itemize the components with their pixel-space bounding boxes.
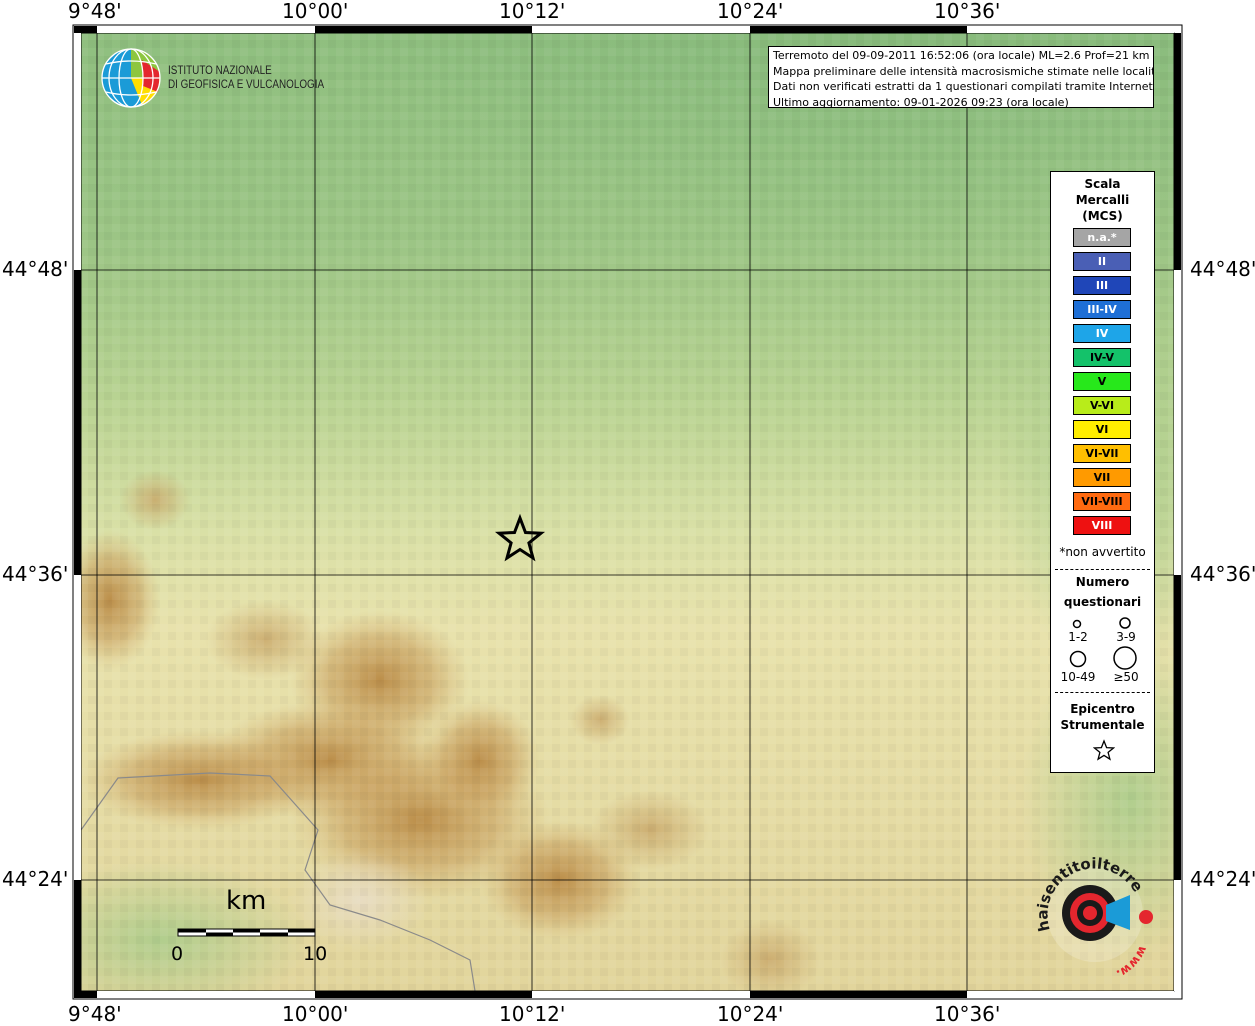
scale-bar [177,928,316,937]
intensity-chip: IV [1073,324,1131,343]
legend-title-1: Scala [1084,177,1121,191]
info-line-3: Dati non verificati estratti da 1 questi… [773,80,1154,93]
lat-label-right-1: 44°48' [1190,257,1255,281]
scale-unit: km [226,886,267,916]
lon-label-bottom-2: 10°00' [282,1002,349,1026]
lon-label-top-4: 10°24' [717,0,784,23]
institute-line-2: DI GEOFISICA E VULCANOLOGIA [168,79,325,91]
size-symbol-1-2 [1072,619,1082,629]
lon-label-bottom-4: 10°24' [717,1002,784,1026]
intensity-chip: V-VI [1073,396,1131,415]
legend-panel: Scala Mercalli (MCS) n.a.* II III III-IV IV I… [1050,171,1155,773]
intensity-chip: VII-VIII [1073,492,1131,511]
size-label-50: ≥50 [1113,670,1139,684]
intensity-chip: VIII [1073,516,1131,535]
intensity-chip: VII [1073,468,1131,487]
lon-label-bottom-1: 9°48' [68,1002,122,1026]
intensity-chip: VI-VII [1073,444,1131,463]
legend-title-3: (MCS) [1082,209,1123,223]
scale-start: 0 [171,943,184,965]
lon-label-top-5: 10°36' [934,0,1001,23]
intensity-chip: III-IV [1073,300,1131,319]
intensity-chip: n.a.* [1073,228,1131,247]
ingv-logo-icon [101,48,161,108]
info-line-4: Ultimo aggiornamento: 09-01-2026 09:23 (… [773,95,1069,108]
institute-name: ISTITUTO NAZIONALE DI GEOFISICA E VULCAN… [168,64,324,92]
intensity-chip: IV-V [1073,348,1131,367]
lat-label-right-2: 44°36' [1190,562,1255,586]
event-info-box: Terremoto del 09-09-2011 16:52:06 (ora l… [768,46,1154,108]
lon-label-bottom-5: 10°36' [934,1002,1001,1026]
intensity-chip: VI [1073,420,1131,439]
legend-epicentro-2: Strumentale [1060,718,1145,732]
legend-divider-1 [1055,569,1150,570]
institute-line-1: ISTITUTO NAZIONALE [168,65,272,77]
lon-label-top-1: 9°48' [68,0,122,23]
size-label-10-49: 10-49 [1060,670,1096,684]
lat-label-left-3: 44°24' [2,867,69,891]
size-symbol-50 [1113,646,1137,670]
size-symbol-10-49 [1069,650,1087,668]
lat-label-right-3: 44°24' [1190,867,1255,891]
scale-end: 10 [303,943,328,965]
size-symbol-3-9 [1119,617,1131,629]
lat-label-left-2: 44°36' [2,562,69,586]
legend-epicentro-1: Epicentro [1070,702,1135,716]
legend-star-icon [1093,739,1115,761]
legend-numero-1: Numero [1075,575,1130,589]
legend-note: *non avvertito [1059,545,1146,559]
intensity-chip: V [1073,372,1131,391]
legend-title-2: Mercalli [1075,193,1130,207]
intensity-chip: III [1073,276,1131,295]
legend-numero-2: questionari [1063,595,1142,609]
info-line-1: Terremoto del 09-09-2011 16:52:06 (ora l… [773,49,1150,62]
info-line-2: Mappa preliminare delle intensità macros… [773,64,1154,78]
lon-label-top-2: 10°00' [282,0,349,23]
intensity-chip: II [1073,252,1131,271]
size-label-1-2: 1-2 [1068,630,1088,644]
legend-divider-2 [1055,692,1150,693]
lat-label-left-1: 44°48' [2,257,69,281]
lon-label-top-3: 10°12' [499,0,566,23]
size-label-3-9: 3-9 [1116,630,1136,644]
lon-label-bottom-3: 10°12' [499,1002,566,1026]
